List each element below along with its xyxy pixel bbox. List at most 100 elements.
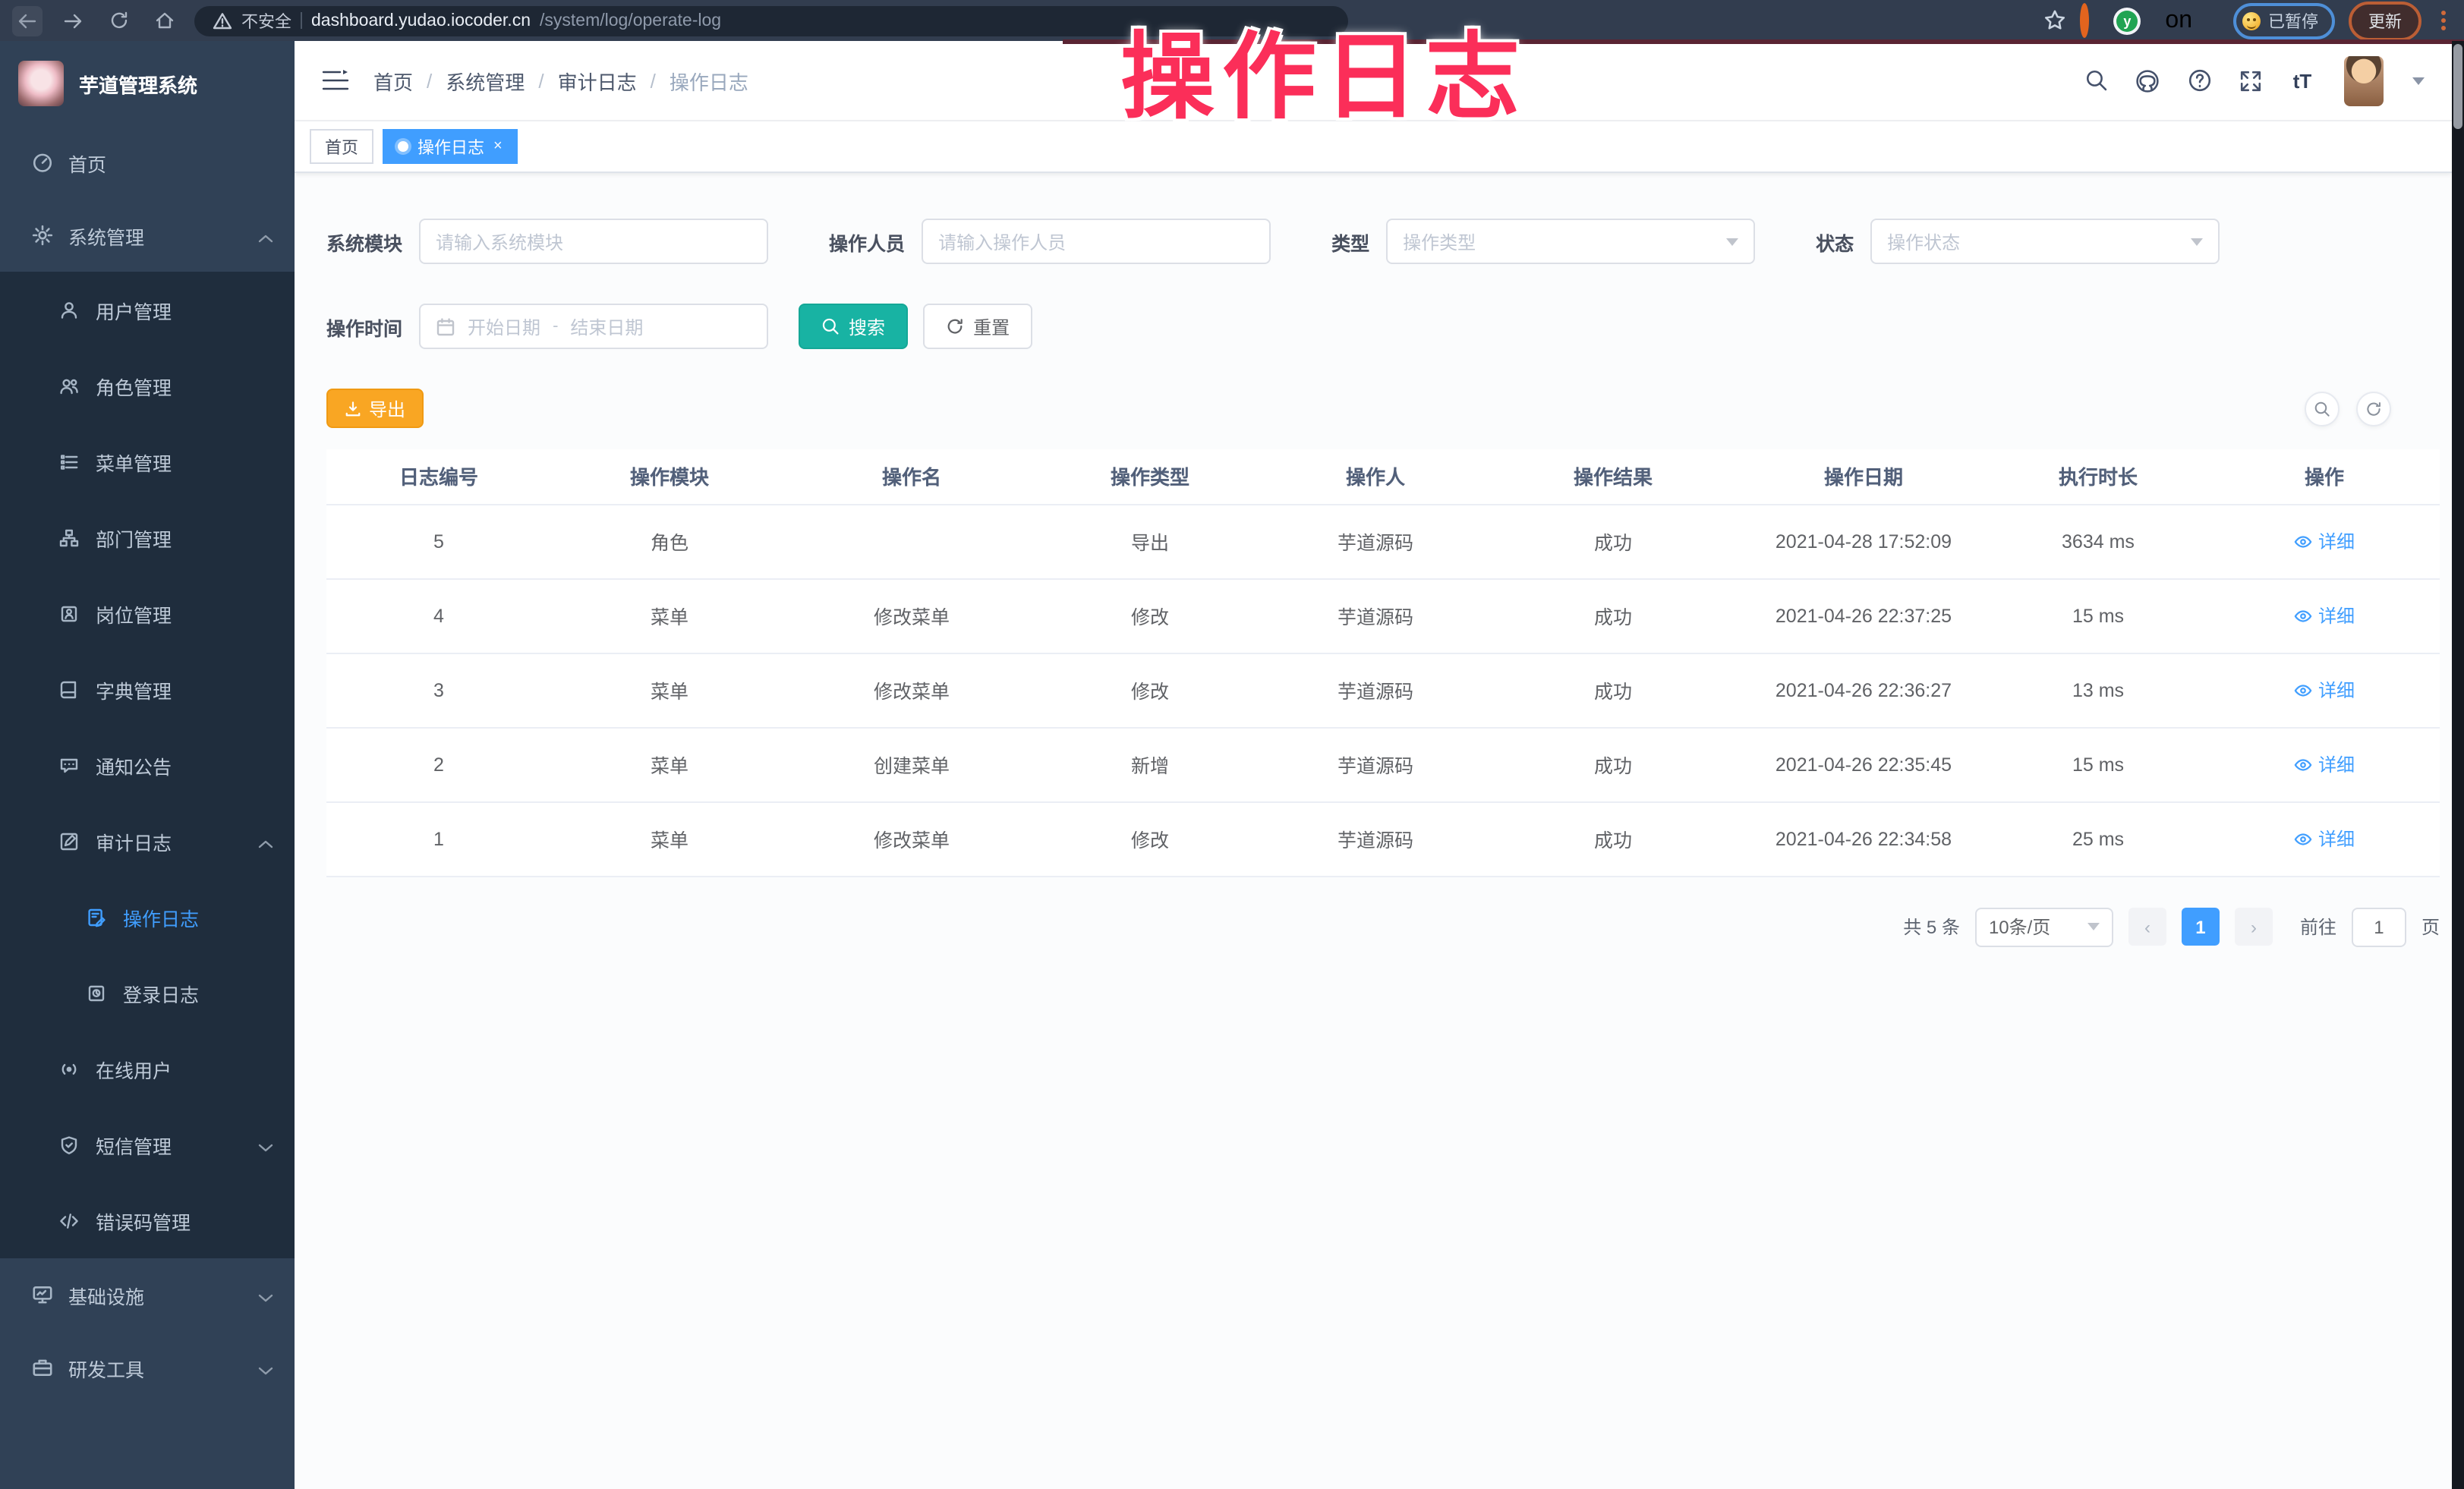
chevron-down-icon — [1726, 238, 1738, 245]
message-icon — [58, 754, 80, 776]
sidebar-item-users[interactable]: 用户管理 — [0, 272, 295, 348]
detail-link[interactable]: 详细 — [2294, 528, 2355, 554]
sidebar-item-dev-tools[interactable]: 研发工具 — [0, 1331, 295, 1404]
sidebar-item-error-codes[interactable]: 错误码管理 — [0, 1182, 295, 1258]
sidebar-item-departments[interactable]: 部门管理 — [0, 499, 295, 575]
extension-icon[interactable] — [2080, 7, 2089, 34]
page-size-select[interactable]: 10条/页 — [1975, 907, 2113, 946]
tab-home[interactable]: 首页 — [310, 129, 373, 164]
sidebar-item-home[interactable]: 首页 — [0, 126, 295, 199]
prev-page-button[interactable]: ‹ — [2128, 908, 2166, 946]
chevron-up-icon — [258, 228, 273, 243]
total-count: 共 5 条 — [1903, 914, 1960, 940]
next-page-button[interactable]: › — [2235, 908, 2273, 946]
refresh-icon — [2365, 400, 2382, 417]
chevron-up-icon — [258, 833, 273, 848]
scrollbar-thumb[interactable] — [2453, 44, 2462, 129]
type-select[interactable]: 操作类型 — [1386, 219, 1755, 264]
refresh-table-button[interactable] — [2356, 391, 2391, 426]
sidebar-item-operate-log[interactable]: 操作日志 — [0, 879, 295, 955]
search-button[interactable]: 搜索 — [799, 304, 908, 349]
app-logo[interactable]: 芋道管理系统 — [0, 41, 295, 126]
browser-forward-icon[interactable] — [58, 5, 88, 36]
export-button[interactable]: 导出 — [326, 389, 424, 428]
avatar-caret-icon[interactable] — [2412, 77, 2425, 84]
operator-label: 操作人员 — [829, 227, 905, 256]
filter-row-2: 操作时间 开始日期 - 结束日期 搜索 重置 — [326, 304, 2452, 349]
user-avatar[interactable] — [2344, 55, 2384, 105]
sidebar-item-roles[interactable]: 角色管理 — [0, 348, 295, 423]
table-row: 3 菜单 修改菜单 修改 芋道源码 成功 2021-04-26 22:36:27… — [326, 653, 2440, 727]
date-range-input[interactable]: 开始日期 - 结束日期 — [419, 304, 768, 349]
close-icon[interactable]: × — [493, 138, 503, 155]
extension-icon[interactable]: on — [2165, 7, 2192, 34]
col-type: 操作类型 — [1035, 449, 1265, 504]
page-scrollbar[interactable] — [2452, 41, 2464, 1489]
sidebar-item-login-log[interactable]: 登录日志 — [0, 955, 295, 1031]
sidebar-item-audit-log[interactable]: 审计日志 — [0, 803, 295, 879]
sidebar-item-system[interactable]: 系统管理 — [0, 199, 295, 272]
breadcrumb-system[interactable]: 系统管理 — [446, 66, 525, 95]
browser-menu-icon[interactable] — [2441, 18, 2446, 23]
goto-page-input[interactable]: 1 — [2352, 907, 2406, 946]
fullscreen-icon[interactable] — [2238, 68, 2264, 93]
browser-reload-icon[interactable] — [103, 5, 134, 36]
browser-toolbar: 不安全 dashboard.yudao.iocoder.cn /system/l… — [0, 0, 2464, 41]
tab-operate-log[interactable]: 操作日志 × — [383, 129, 518, 164]
detail-link[interactable]: 详细 — [2294, 826, 2355, 852]
hamburger-icon[interactable] — [322, 68, 349, 93]
module-label: 系统模块 — [326, 227, 402, 256]
detail-link[interactable]: 详细 — [2294, 603, 2355, 628]
sidebar-item-posts[interactable]: 岗位管理 — [0, 575, 295, 651]
font-size-icon[interactable]: tT — [2289, 68, 2315, 93]
edit-square-icon — [58, 829, 80, 852]
profile-paused-chip[interactable]: 已暂停 — [2233, 2, 2335, 39]
search-icon — [821, 317, 840, 335]
breadcrumb-current: 操作日志 — [670, 66, 748, 95]
url-path: /system/log/operate-log — [540, 11, 721, 30]
page-1-button[interactable]: 1 — [2182, 908, 2220, 946]
online-signal-icon — [58, 1057, 80, 1080]
gear-icon — [30, 224, 53, 247]
status-select[interactable]: 操作状态 — [1870, 219, 2220, 264]
detail-link[interactable]: 详细 — [2294, 751, 2355, 777]
col-date: 操作日期 — [1740, 449, 1987, 504]
sidebar-item-infrastructure[interactable]: 基础设施 — [0, 1258, 295, 1331]
search-icon[interactable] — [2083, 68, 2109, 93]
bookmark-star-icon[interactable] — [2043, 9, 2066, 32]
github-icon[interactable] — [2135, 68, 2160, 93]
operate-log-icon — [85, 905, 108, 928]
badge-icon — [58, 602, 80, 625]
sidebar-item-menus[interactable]: 菜单管理 — [0, 423, 295, 499]
sidebar-item-dictionary[interactable]: 字典管理 — [0, 651, 295, 727]
browser-home-icon[interactable] — [149, 5, 179, 36]
chrome-update-button[interactable]: 更新 — [2349, 1, 2421, 40]
calendar-icon — [436, 316, 455, 336]
role-icon — [58, 374, 80, 397]
breadcrumb-home[interactable]: 首页 — [373, 66, 413, 95]
sidebar-item-sms[interactable]: 短信管理 — [0, 1107, 295, 1182]
system-submenu: 用户管理 角色管理 菜单管理 部门管理 — [0, 272, 295, 1258]
module-input[interactable]: 请输入系统模块 — [419, 219, 768, 264]
app-title: 芋道管理系统 — [79, 69, 197, 98]
col-log-id: 日志编号 — [326, 449, 551, 504]
col-duration: 执行时长 — [1987, 449, 2209, 504]
sidebar-item-notice[interactable]: 通知公告 — [0, 727, 295, 803]
operator-input[interactable]: 请输入操作人员 — [922, 219, 1271, 264]
table-header-row: 日志编号 操作模块 操作名 操作类型 操作人 操作结果 操作日期 执行时长 操作 — [326, 449, 2440, 504]
code-icon — [58, 1209, 80, 1232]
browser-back-icon[interactable] — [12, 5, 43, 36]
book-icon — [58, 678, 80, 700]
chevron-down-icon — [258, 1137, 273, 1152]
detail-link[interactable]: 详细 — [2294, 677, 2355, 703]
col-action: 操作 — [2209, 449, 2440, 504]
help-icon[interactable] — [2186, 68, 2212, 93]
extension-icon[interactable]: y — [2116, 10, 2138, 31]
address-bar[interactable]: 不安全 dashboard.yudao.iocoder.cn /system/l… — [194, 5, 1348, 36]
briefcase-icon — [30, 1356, 53, 1379]
show-search-toggle-button[interactable] — [2305, 391, 2340, 426]
shield-icon — [58, 1133, 80, 1156]
sidebar-item-online-users[interactable]: 在线用户 — [0, 1031, 295, 1107]
breadcrumb-audit[interactable]: 审计日志 — [558, 66, 637, 95]
reset-button[interactable]: 重置 — [923, 304, 1032, 349]
